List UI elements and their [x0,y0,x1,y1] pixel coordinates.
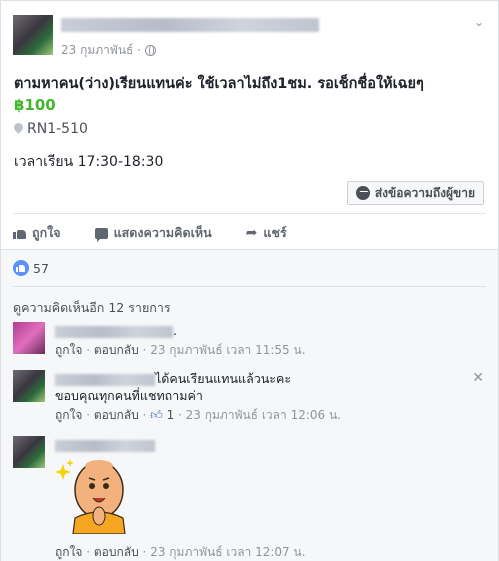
comment-author-avatar[interactable] [13,322,45,354]
comment-meta: ถูกใจ · ตอบกลับ · 👍︎ 1 · 23 กุมภาพันธ์ เ… [55,408,341,422]
comment-time[interactable]: 23 กุมภาพันธ์ เวลา 11:55 น. [150,343,305,357]
close-icon[interactable]: ✕ [472,370,484,386]
thumbs-up-icon [13,227,26,239]
comment-time[interactable]: 23 กุมภาพันธ์ เวลา 12:07 น. [150,545,305,559]
location-pin-icon [14,123,23,135]
comment-text-row: ได้คนเรียนแทนแล้วนะคะ [55,370,341,387]
like-count: 57 [33,260,49,276]
post-timestamp[interactable]: 23 กุมภาพันธ์ · [61,41,141,60]
view-more-comments-link[interactable]: ดูความคิดเห็นอีก 12 รายการ [13,298,171,318]
comment-item: ได้คนเรียนแทนแล้วนะคะ ขอบคุณทุกคนที่แชทถ… [13,370,483,430]
divider [13,213,486,214]
comment-author-row [55,436,155,453]
comment-text-row: . [55,322,306,339]
comment-body: . ถูกใจ · ตอบกลับ · 23 กุมภาพันธ์ เวลา 1… [55,322,306,359]
comment-meta: ถูกใจ · ตอบกลับ · 23 กุมภาพันธ์ เวลา 11:… [55,343,306,357]
share-label: แชร์ [263,225,287,240]
message-seller-label: ส่งข้อความถึงผู้ขาย [374,185,475,200]
comment-icon [94,227,108,242]
comment-label: แสดงความคิดเห็น [113,225,212,240]
share-arrow-icon: ➦ [245,225,258,241]
comment-meta: ถูกใจ · ตอบกลับ · 23 กุมภาพันธ์ เวลา 12:… [55,545,306,559]
post-actions: ถูกใจ แสดงความคิดเห็น ➦ แชร์ [13,223,321,243]
comment-text: ได้คนเรียนแทนแล้วนะคะ [155,371,292,386]
sticker-image[interactable] [55,456,135,534]
share-button[interactable]: ➦ แชร์ [246,223,287,243]
comment-reply-link[interactable]: ตอบกลับ [94,343,139,357]
post-author-avatar[interactable] [13,15,53,55]
like-button[interactable]: ถูกใจ [13,223,61,243]
post-location: RN1-510 [14,121,88,137]
message-seller-button[interactable]: ส่งข้อความถึงผู้ขาย [346,181,484,205]
post-title: ตามหาคน(ว่าง)เรียนแทนค่ะ ใช้เวลาไม่ถึง1ช… [14,76,424,92]
divider [13,286,486,287]
post-price: ฿100 [14,96,56,114]
post-author-name-redacted[interactable] [61,18,319,32]
comment-author-avatar[interactable] [13,436,45,468]
thumbs-up-icon: 👍︎ [150,408,163,422]
globe-icon [144,45,156,56]
post-card: 23 กุมภาพันธ์ · ⌄ ตามหาคน(ว่าง)เรียนแทนค… [0,0,499,561]
comments-area: 57 ดูความคิดเห็นอีก 12 รายการ . ถูกใจ · … [1,249,498,561]
comment-reply-link[interactable]: ตอบกลับ [94,545,139,559]
comment-text: . [173,323,177,338]
comment-like-link[interactable]: ถูกใจ [55,343,82,357]
comment-like-count[interactable]: 1 [167,408,175,422]
comment-body [55,436,155,453]
messenger-icon [355,186,370,200]
comment-item: . ถูกใจ · ตอบกลับ · 23 กุมภาพันธ์ เวลา 1… [13,322,483,362]
chevron-down-icon[interactable]: ⌄ [474,15,484,29]
comment-text-line2: ขอบคุณทุกคนที่แชทถามค่า [55,388,203,403]
comment-author-name-redacted[interactable] [55,439,155,452]
comment-author-name-redacted[interactable] [55,325,173,338]
post-description: เวลาเรียน 17:30-18:30 [14,154,164,170]
comment-button[interactable]: แสดงความคิดเห็น [94,223,212,243]
comment-author-name-redacted[interactable] [55,373,155,386]
comment-item: ถูกใจ · ตอบกลับ · 23 กุมภาพันธ์ เวลา 12:… [13,436,483,559]
post-location-text: RN1-510 [27,121,88,137]
comment-reply-link[interactable]: ตอบกลับ [94,408,139,422]
comment-author-avatar[interactable] [13,370,45,402]
comment-like-link[interactable]: ถูกใจ [55,408,82,422]
comment-time[interactable]: 23 กุมภาพันธ์ เวลา 12:06 น. [186,408,341,422]
like-reaction-icon [13,260,29,276]
comment-like-link[interactable]: ถูกใจ [55,545,82,559]
comment-body: ได้คนเรียนแทนแล้วนะคะ ขอบคุณทุกคนที่แชทถ… [55,370,341,424]
reaction-summary[interactable]: 57 [13,260,49,276]
like-label: ถูกใจ [32,225,61,240]
post-meta: 23 กุมภาพันธ์ · [61,41,156,60]
